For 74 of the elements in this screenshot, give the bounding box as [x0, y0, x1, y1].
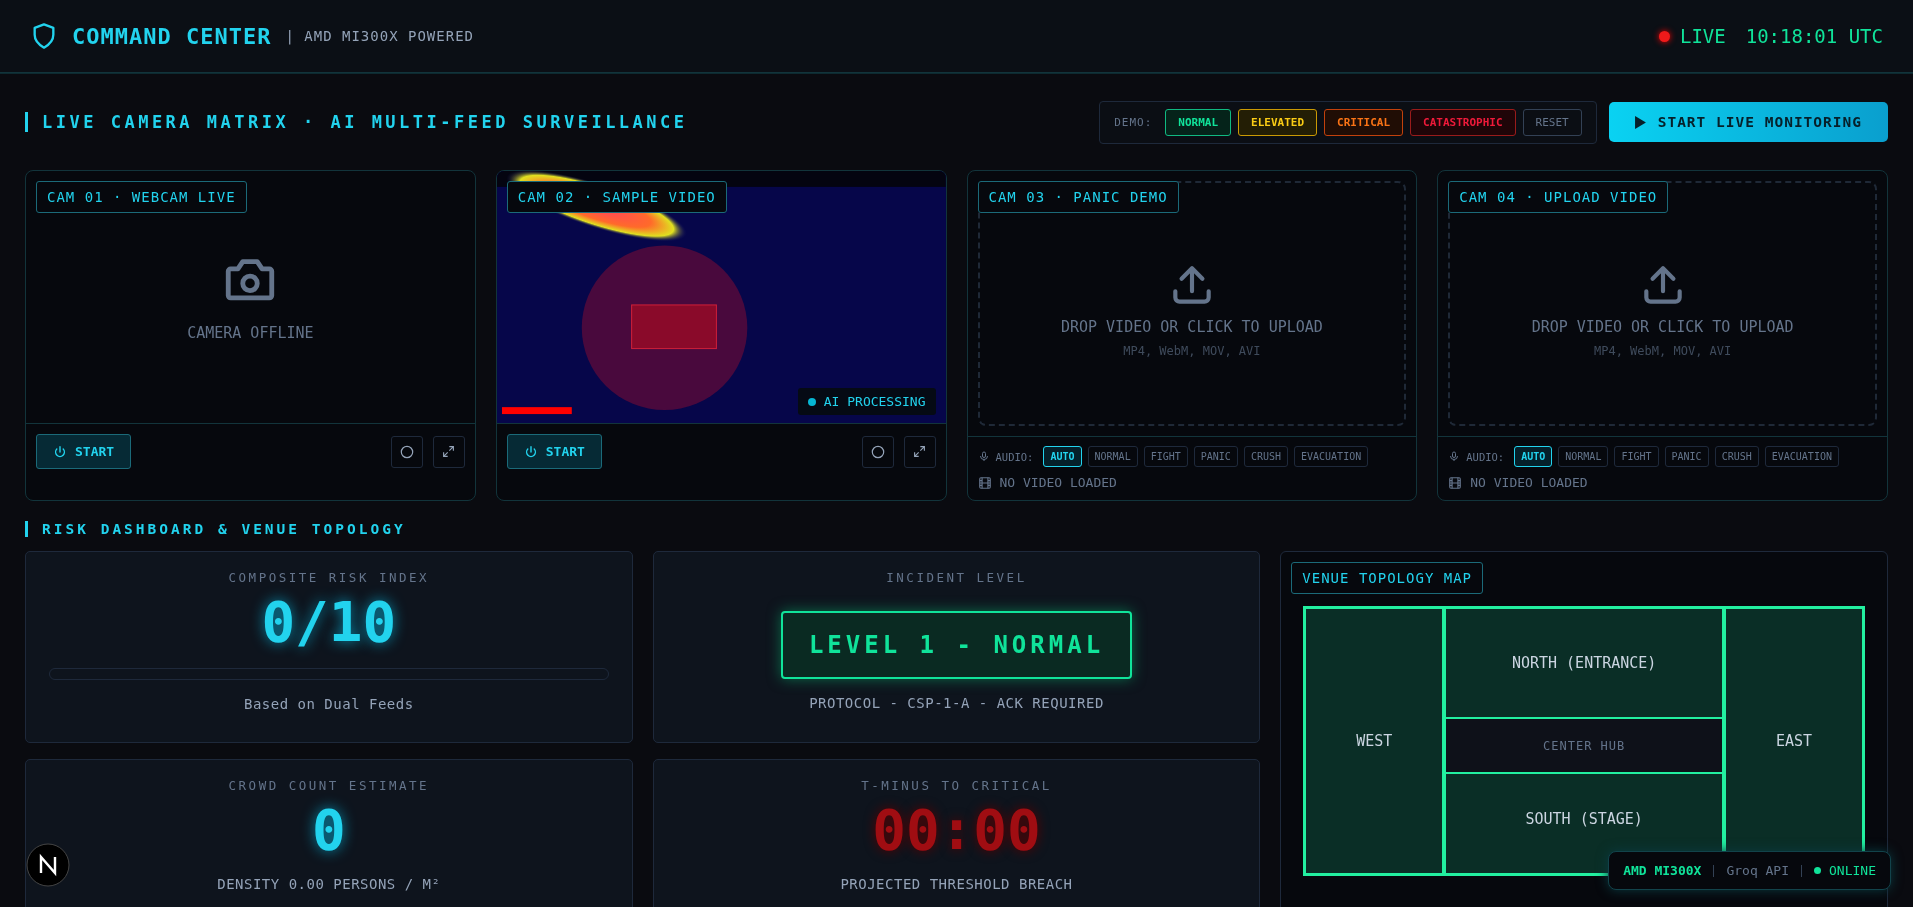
circle-icon — [399, 444, 414, 459]
audio-mode-chip[interactable]: FIGHT — [1614, 446, 1659, 467]
camera-label: CAM 01 · WEBCAM LIVE — [36, 181, 247, 213]
power-icon — [53, 444, 67, 459]
metric-title: CROWD COUNT ESTIMATE — [228, 778, 430, 793]
section-title: LIVE CAMERA MATRIX · AI MULTI-FEED SURVEILLANCE — [25, 112, 688, 132]
online-indicator-icon — [1814, 867, 1822, 874]
record-button[interactable] — [390, 435, 423, 468]
start-button[interactable]: START — [36, 434, 132, 469]
audio-mode-chip[interactable]: EVACUATION — [1764, 446, 1839, 467]
camera-status: CAMERA OFFLINE — [187, 324, 314, 342]
ai-processing-badge: AI PROCESSING — [797, 388, 936, 415]
demo-label: DEMO: — [1114, 115, 1153, 129]
video-status: NO VIDEO LOADED — [999, 475, 1117, 490]
film-icon — [977, 475, 992, 490]
demo-level-button[interactable]: CRITICAL — [1324, 108, 1404, 136]
audio-mode-chip[interactable]: CRUSH — [1714, 446, 1759, 467]
live-indicator-icon — [1658, 30, 1670, 42]
camera-label: CAM 03 · PANIC DEMO — [977, 181, 1179, 213]
audio-label: AUDIO: — [995, 450, 1034, 463]
logo-icon[interactable] — [26, 843, 70, 887]
venue-zone[interactable]: NORTH (ENTRANCE) — [1445, 608, 1723, 719]
audio-mode-chip[interactable]: FIGHT — [1143, 446, 1188, 467]
camera-label: CAM 04 · UPLOAD VIDEO — [1448, 181, 1669, 213]
microphone-icon — [977, 450, 990, 463]
demo-level-button[interactable]: CATASTROPHIC — [1410, 108, 1516, 136]
audio-mode-chip[interactable]: NORMAL — [1087, 446, 1138, 467]
upload-instructions: DROP VIDEO OR CLICK TO UPLOAD — [1531, 317, 1794, 336]
topology-title: VENUE TOPOLOGY MAP — [1291, 562, 1484, 594]
film-icon — [1448, 475, 1463, 490]
risk-value: 0/10 — [261, 593, 397, 652]
record-button[interactable] — [861, 435, 894, 468]
live-label: LIVE — [1679, 25, 1726, 47]
fullscreen-button[interactable] — [432, 435, 465, 468]
audio-mode-chip[interactable]: PANIC — [1664, 446, 1709, 467]
incident-level-badge: LEVEL 1 - NORMAL — [780, 611, 1133, 679]
audio-mode-chip[interactable]: NORMAL — [1558, 446, 1609, 467]
metric-title: COMPOSITE RISK INDEX — [228, 570, 430, 585]
start-button[interactable]: START — [506, 434, 602, 469]
play-icon — [1634, 115, 1646, 129]
audio-mode-chip[interactable]: AUTO — [1043, 446, 1082, 467]
audio-mode-chip[interactable]: AUTO — [1514, 446, 1553, 467]
metric-title: INCIDENT LEVEL — [886, 570, 1027, 585]
fullscreen-button[interactable] — [903, 435, 936, 468]
clock-time: 10:18:01 UTC — [1745, 25, 1883, 47]
expand-icon — [913, 445, 926, 458]
section-title: RISK DASHBOARD & VENUE TOPOLOGY — [25, 521, 1888, 537]
countdown-timer: 00:00 — [872, 801, 1041, 860]
microphone-icon — [1448, 450, 1461, 463]
audio-label: AUDIO: — [1466, 450, 1505, 463]
app-subtitle: | AMD MI300X POWERED — [285, 28, 474, 44]
demo-level-button[interactable]: RESET — [1522, 108, 1582, 136]
demo-level-button[interactable]: ELEVATED — [1238, 108, 1318, 136]
expand-icon — [442, 445, 456, 458]
venue-zone[interactable]: CENTER HUB — [1445, 718, 1723, 774]
supported-formats: MP4, WebM, MOV, AVI — [1123, 343, 1261, 358]
video-status: NO VIDEO LOADED — [1470, 475, 1588, 490]
crowd-count: 0 — [311, 801, 346, 860]
supported-formats: MP4, WebM, MOV, AVI — [1594, 343, 1732, 358]
app-title: COMMAND CENTER — [72, 23, 272, 49]
demo-level-button[interactable]: NORMAL — [1165, 108, 1232, 136]
start-monitoring-button[interactable]: START LIVE MONITORING — [1608, 102, 1888, 142]
upload-instructions: DROP VIDEO OR CLICK TO UPLOAD — [1060, 317, 1323, 336]
metric-caption: PROTOCOL - CSP-1-A - ACK REQUIRED — [809, 695, 1104, 711]
camera-label: CAM 02 · SAMPLE VIDEO — [506, 181, 727, 213]
metric-caption: Based on Dual Feeds — [244, 695, 414, 712]
circle-icon — [870, 444, 885, 459]
audio-mode-chip[interactable]: CRUSH — [1243, 446, 1288, 467]
power-icon — [523, 444, 538, 459]
audio-mode-chip[interactable]: EVACUATION — [1294, 446, 1369, 467]
metric-caption: DENSITY 0.00 PERSONS / M² — [217, 875, 441, 892]
audio-mode-chip[interactable]: PANIC — [1193, 446, 1238, 467]
metric-title: T-MINUS TO CRITICAL — [861, 778, 1052, 793]
metric-caption: PROJECTED THRESHOLD BREACH — [840, 875, 1073, 892]
